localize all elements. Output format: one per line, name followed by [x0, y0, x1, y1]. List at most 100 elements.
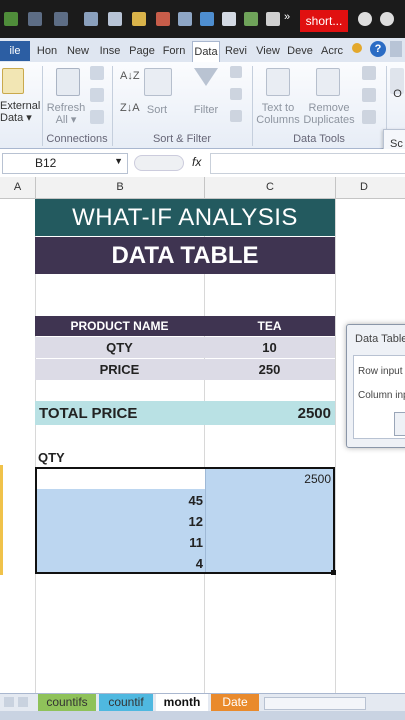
text-to-columns-label: Text to — [261, 102, 295, 114]
fill-handle[interactable] — [331, 570, 336, 575]
more-chevron-icon[interactable]: » — [284, 11, 290, 23]
group-data-tools: Data Tools — [293, 133, 345, 145]
sheet-tab-bar: countifs countif month Date — [0, 693, 405, 712]
table-row[interactable]: QTY 10 — [35, 337, 335, 358]
data-table-dialog: Data Table Row input Column input — [346, 324, 405, 448]
tab-file[interactable]: ile — [0, 41, 30, 61]
text-to-columns-icon — [266, 68, 290, 96]
filter-icon — [194, 68, 218, 86]
external-data-label-2: Data ▾ — [0, 112, 32, 124]
sheet-tab-countifs[interactable]: countifs — [38, 694, 96, 711]
column-input-label: Column input — [358, 390, 405, 401]
col-header-c[interactable]: C — [205, 177, 336, 198]
tab-view[interactable]: View — [254, 41, 282, 61]
ribbon: External Data ▾ Refresh All ▾ Connection… — [0, 62, 405, 149]
tab-formulas[interactable]: Forn — [160, 41, 188, 61]
tab-scroll-first-icon[interactable] — [4, 697, 14, 707]
sort-icon[interactable] — [132, 12, 146, 26]
tab-new[interactable]: New — [64, 41, 92, 61]
remove-duplicates-button[interactable]: Remove Duplicates — [302, 102, 356, 126]
qty-label: QTY — [38, 450, 65, 465]
text-to-columns-button[interactable]: Text to Columns — [254, 102, 302, 126]
refresh-all-button[interactable]: Refresh All ▾ — [44, 102, 88, 126]
sort-az-icon[interactable]: A↓Z — [120, 70, 140, 82]
sheet-tab-month[interactable]: month — [156, 694, 208, 711]
remove-duplicates-label-2: Duplicates — [303, 114, 355, 126]
bulb-icon[interactable] — [352, 43, 362, 53]
properties-icon[interactable] — [90, 88, 104, 102]
minimize-icon[interactable] — [358, 12, 372, 26]
table-header-row: PRODUCT NAME TEA — [35, 316, 335, 336]
quick-access-toolbar: » short... — [0, 0, 405, 38]
reapply-filter-icon[interactable] — [230, 88, 242, 100]
tab-scroll-prev-icon[interactable] — [18, 697, 28, 707]
external-data-button[interactable]: External Data ▾ — [0, 100, 40, 124]
grid-icon[interactable] — [244, 12, 258, 26]
building-icon[interactable] — [178, 12, 192, 26]
sort-za-icon[interactable]: Z↓A — [120, 102, 140, 114]
fx-icon[interactable]: fx — [192, 155, 201, 169]
shortcut-button[interactable]: short... — [300, 10, 348, 32]
data-validation-icon[interactable] — [362, 66, 376, 80]
doc-icon[interactable] — [222, 12, 236, 26]
edit-links-icon[interactable] — [90, 110, 104, 124]
undo-icon[interactable] — [28, 12, 42, 26]
table-row[interactable]: PRICE 250 — [35, 359, 335, 380]
tab-acrobat[interactable]: Acrc — [318, 41, 346, 61]
spreadsheet-icon[interactable] — [84, 12, 98, 26]
formula-input[interactable] — [210, 153, 405, 174]
formula-resize-handle[interactable] — [134, 155, 184, 171]
name-box-value: B12 — [35, 156, 57, 170]
remove-duplicates-label: Remove — [308, 102, 350, 114]
tab-insert[interactable]: Inse — [96, 41, 124, 61]
row-header-selection — [0, 465, 3, 575]
tab-home[interactable]: Hon — [34, 41, 60, 61]
input-value: 45 — [188, 493, 203, 508]
excel-logo-icon — [4, 12, 18, 26]
table-icon[interactable] — [108, 12, 122, 26]
selection-active-cell[interactable] — [37, 469, 205, 489]
tab-developer[interactable]: Deve — [286, 41, 314, 61]
advanced-filter-icon[interactable] — [230, 110, 242, 122]
refresh-label-2: All ▾ — [55, 114, 77, 126]
name-box[interactable]: B12 ▼ — [2, 153, 128, 174]
consolidate-icon[interactable] — [362, 88, 376, 102]
total-price-row[interactable]: TOTAL PRICE 2500 — [35, 401, 335, 425]
sort-button[interactable]: Sort — [140, 104, 174, 116]
sheet-grid[interactable]: WHAT-IF ANALYSIS DATA TABLE PRODUCT NAME… — [0, 199, 405, 693]
refresh-label: Refresh — [46, 102, 86, 114]
dialog-ok-button[interactable] — [394, 412, 405, 436]
status-bar — [0, 711, 405, 720]
col-header-a[interactable]: A — [0, 177, 36, 198]
input-value: 11 — [189, 535, 203, 550]
what-if-icon[interactable] — [362, 110, 376, 124]
col-header-b[interactable]: B — [36, 177, 205, 198]
redo-icon[interactable] — [54, 12, 68, 26]
data-table-range[interactable]: 2500 45 12 11 4 — [35, 467, 335, 574]
window-control-icon[interactable] — [390, 41, 402, 57]
help-icon[interactable]: ? — [370, 41, 386, 57]
settings-icon[interactable] — [380, 12, 394, 26]
name-box-dropdown-icon[interactable]: ▼ — [114, 156, 123, 166]
clear-filter-icon[interactable] — [230, 66, 242, 78]
horizontal-scrollbar[interactable] — [264, 697, 366, 710]
shape-icon[interactable] — [266, 12, 280, 26]
tab-data[interactable]: Data — [192, 41, 220, 62]
tab-review[interactable]: Revi — [222, 41, 250, 61]
sheet-tab-countif[interactable]: countif — [99, 694, 153, 711]
sheet-tab-date[interactable]: Date — [211, 694, 259, 711]
text-to-columns-label-2: Columns — [256, 114, 300, 126]
input-value: 12 — [188, 514, 203, 529]
row-value-qty: 10 — [262, 340, 277, 355]
tab-page-layout[interactable]: Page — [128, 41, 156, 61]
connections-icon[interactable] — [90, 66, 104, 80]
banner-data-table: DATA TABLE — [35, 237, 335, 274]
filter-button[interactable]: Filter — [188, 104, 224, 116]
sort-dialog-icon — [144, 68, 172, 96]
refresh-icon — [56, 68, 80, 96]
chart-icon[interactable] — [156, 12, 170, 26]
dialog-title: Data Table — [355, 333, 405, 345]
col-header-d[interactable]: D — [336, 177, 405, 198]
picture-icon[interactable] — [200, 12, 214, 26]
outline-button[interactable]: O — [390, 88, 405, 100]
